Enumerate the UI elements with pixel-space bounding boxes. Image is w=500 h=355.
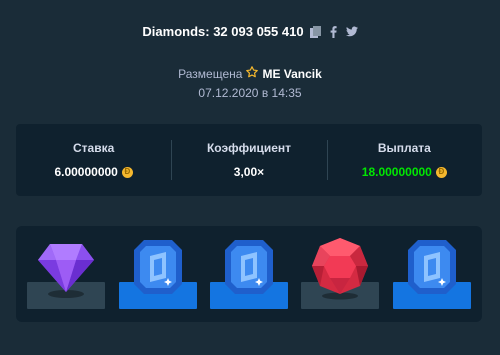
gems-result-panel — [16, 226, 482, 322]
payout-label: Выплата — [377, 141, 431, 155]
bet-value: 6.00000000 — [54, 165, 118, 179]
gem-slot-2 — [119, 226, 197, 322]
bet-label: Ставка — [73, 141, 115, 155]
twitter-icon[interactable] — [345, 26, 358, 38]
dogecoin-icon: Đ — [121, 166, 133, 178]
placement-info: Размещена ME Vancik — [0, 66, 500, 81]
bet-stats-panel: Ставка 6.00000000 Đ Коэффициент 3,00× Вы… — [16, 124, 482, 196]
header: Diamonds: 32 093 055 410 — [0, 24, 500, 39]
blue-sapphire-icon — [225, 240, 273, 294]
bet-amount-stat: Ставка 6.00000000 Đ — [16, 124, 171, 196]
copy-icon[interactable] — [310, 25, 322, 38]
payout-value: 18.00000000 — [361, 165, 432, 179]
facebook-icon[interactable] — [328, 25, 340, 38]
game-title: Diamonds: 32 093 055 410 — [142, 24, 304, 39]
multiplier-value: 3,00× — [233, 165, 265, 179]
bet-value-row: 6.00000000 Đ — [54, 165, 133, 179]
blue-sapphire-icon — [408, 240, 456, 294]
placement-prefix: Размещена — [178, 66, 243, 81]
blue-sapphire-icon — [134, 240, 182, 294]
payout-stat: Выплата 18.00000000 Đ — [326, 124, 482, 196]
dogecoin-icon: Đ — [435, 166, 447, 178]
purple-diamond-icon — [38, 244, 94, 298]
bet-date: 07.12.2020 в 14:35 — [198, 86, 302, 100]
multiplier-stat: Коэффициент 3,00× — [171, 124, 326, 196]
payout-value-row: 18.00000000 Đ — [362, 165, 447, 179]
gem-slot-5 — [393, 226, 471, 322]
star-icon — [246, 66, 259, 81]
gem-slot-3 — [210, 226, 288, 322]
multiplier-value-row: 3,00× — [234, 165, 264, 179]
username-link[interactable]: ME Vancik — [262, 67, 321, 81]
gem-slot-1 — [27, 226, 105, 322]
multiplier-label: Коэффициент — [206, 141, 292, 155]
gem-slot-4 — [301, 226, 379, 322]
red-ruby-icon — [312, 238, 368, 300]
